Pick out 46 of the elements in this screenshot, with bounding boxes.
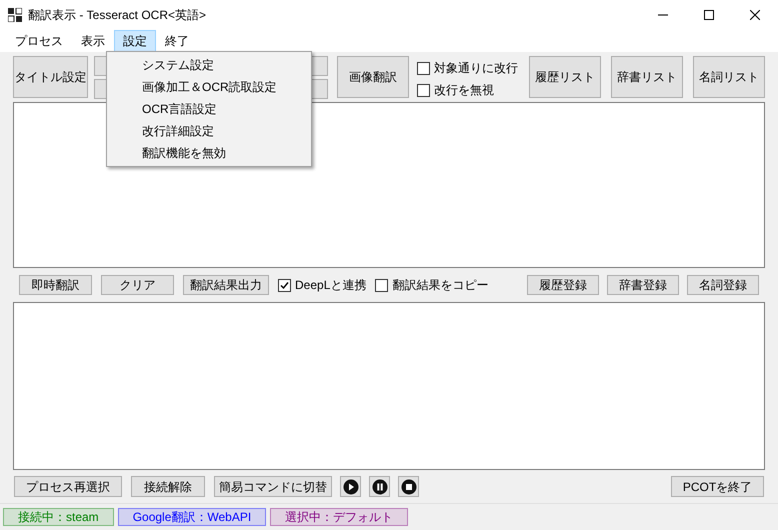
list-button[interactable]: 履歴リスト (529, 56, 601, 98)
exit-button[interactable]: PCOTを終了 (671, 476, 764, 497)
window-title: 翻訳表示 - Tesseract OCR<英語> (28, 7, 206, 24)
register-button[interactable]: 辞書登録 (607, 275, 679, 295)
menu-item[interactable]: プロセス (6, 30, 72, 52)
register-button[interactable]: 履歴登録 (527, 275, 599, 295)
status-label: 選択中：デフォルト (270, 508, 408, 526)
close-icon (750, 10, 760, 20)
dropdown-item[interactable]: システム設定 (107, 54, 311, 76)
app-icon (8, 8, 22, 22)
disconnect-button[interactable]: 接続解除 (131, 476, 205, 497)
stop-icon (400, 478, 416, 494)
maximize-icon (704, 10, 714, 20)
checkbox-label[interactable]: 対象通りに改行 (417, 59, 518, 77)
register-button[interactable]: 名詞登録 (687, 275, 759, 295)
image-translate-button[interactable]: 画像翻訳 (337, 56, 409, 98)
dropdown-item[interactable]: OCR言語設定 (107, 98, 311, 120)
checkbox[interactable] (417, 62, 430, 74)
list-button[interactable]: 名詞リスト (693, 56, 765, 98)
menu-item[interactable]: 設定 (114, 30, 156, 52)
checkbox-label[interactable]: DeepLと連携 (278, 276, 366, 294)
dropdown-item[interactable]: 画像加工＆OCR読取設定 (107, 76, 311, 98)
checkbox-label[interactable]: 改行を無視 (417, 81, 518, 99)
toolbar-button[interactable]: 翻訳結果出力 (183, 275, 269, 295)
status-label: Google翻訳：WebAPI (118, 508, 266, 526)
toolbar-button[interactable]: 即時翻訳 (19, 275, 92, 295)
title-settings-button[interactable]: タイトル設定 (13, 56, 88, 98)
command-mode-button[interactable]: 簡易コマンドに切替 (214, 476, 332, 497)
menu-item[interactable]: 終了 (156, 30, 198, 52)
checkbox[interactable] (417, 84, 430, 96)
status-label: 接続中：steam (3, 508, 114, 526)
checkbox[interactable] (375, 278, 388, 292)
dropdown-item[interactable]: 翻訳機能を無効 (107, 142, 311, 164)
list-button[interactable]: 辞書リスト (611, 56, 683, 98)
check-icon (279, 280, 290, 290)
stop-button[interactable] (398, 476, 419, 497)
pause-icon (372, 478, 388, 494)
toolbar-button[interactable]: クリア (101, 275, 174, 295)
reselect-process-button[interactable]: プロセス再選択 (14, 476, 122, 497)
checkbox[interactable] (278, 278, 291, 292)
play-icon (342, 478, 358, 494)
pause-button[interactable] (369, 476, 390, 497)
dropdown-item[interactable]: 改行詳細設定 (107, 120, 311, 142)
checkbox-label[interactable]: 翻訳結果をコピー (375, 276, 488, 294)
menu-item[interactable]: 表示 (72, 30, 114, 52)
play-button[interactable] (340, 476, 361, 497)
